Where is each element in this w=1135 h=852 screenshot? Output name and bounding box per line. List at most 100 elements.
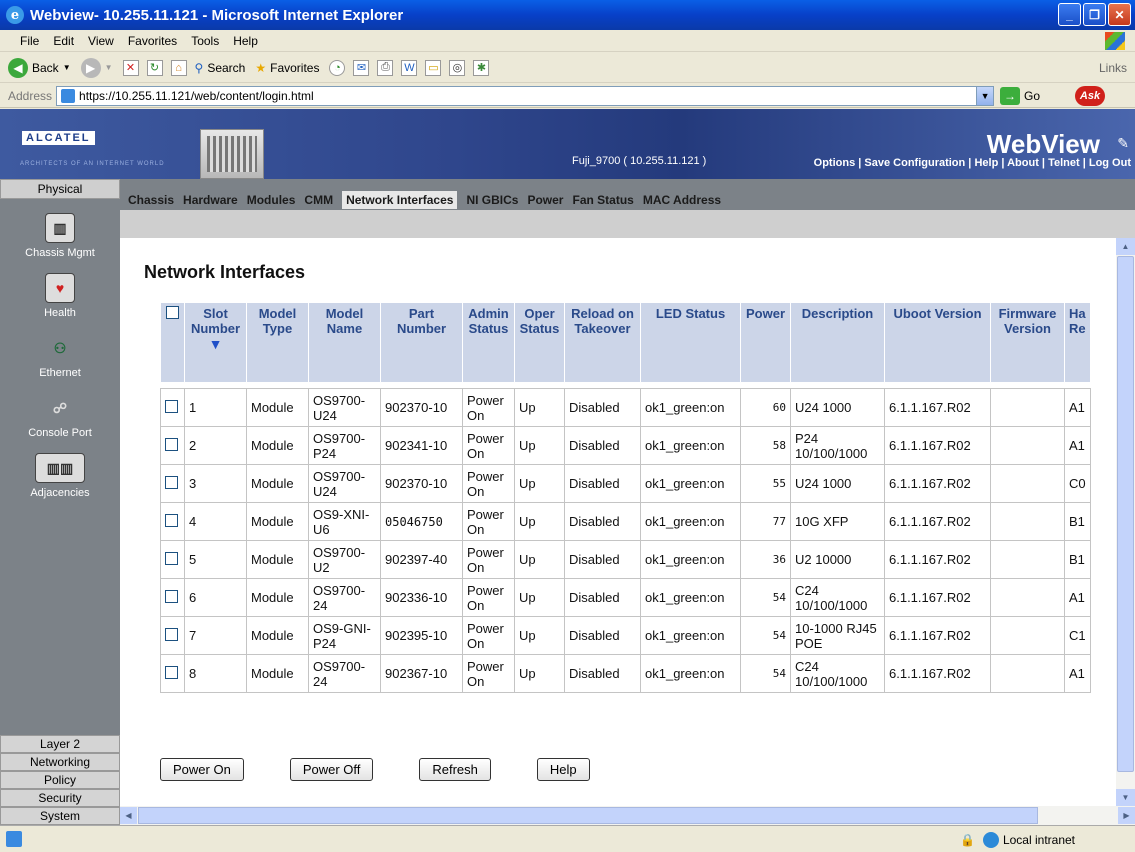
back-dropdown-icon[interactable]: ▼ [63,63,71,72]
cell-model-type: Module [246,540,309,579]
folder-icon[interactable]: ▭ [425,59,442,76]
horizontal-scroll-thumb[interactable] [138,807,1038,824]
go-button[interactable]: → Go [1000,86,1040,105]
scroll-right-icon[interactable]: ▶ [1118,807,1135,824]
tab-ni-gbics[interactable]: NI GBICs [466,193,518,207]
nav-health[interactable]: ♥ Health [0,273,120,319]
select-all-checkbox[interactable] [166,306,179,319]
go-arrow-icon: → [1000,86,1021,105]
ask-toolbar-icon[interactable]: Ask [1075,86,1105,106]
header-firmware-version[interactable]: Firmware Version [990,302,1065,383]
scroll-down-icon[interactable]: ▼ [1116,789,1135,806]
row-checkbox[interactable] [165,399,178,413]
forward-dropdown-icon[interactable]: ▼ [105,63,113,72]
close-button[interactable]: ✕ [1108,3,1131,26]
nav-layer2[interactable]: Layer 2 [0,735,120,753]
tab-cmm[interactable]: CMM [304,193,333,207]
back-button[interactable]: ◀ Back ▼ [8,57,71,78]
stop-icon[interactable]: ✕ [122,59,139,76]
search-button[interactable]: ⚲ Search [195,61,246,75]
telnet-link[interactable]: Telnet [1048,157,1080,169]
menu-help[interactable]: Help [233,34,258,48]
print-icon[interactable]: ⎙ [377,59,394,76]
nav-ethernet[interactable]: ⚇ Ethernet [0,333,120,380]
scroll-up-icon[interactable]: ▲ [1116,238,1135,255]
header-oper-status[interactable]: Oper Status [514,302,565,383]
sort-descending-icon[interactable]: ▼ [189,336,242,352]
menu-tools[interactable]: Tools [191,34,219,48]
menu-favorites[interactable]: Favorites [128,34,177,48]
row-select-cell [160,426,185,465]
help-link[interactable]: Help [974,157,998,169]
row-checkbox[interactable] [165,475,178,489]
favorites-button[interactable]: ★ Favorites [255,61,319,75]
power-on-button[interactable]: Power On [160,758,244,781]
back-label: Back [32,60,59,75]
menu-edit[interactable]: Edit [53,34,74,48]
tab-hardware[interactable]: Hardware [183,193,238,207]
about-link[interactable]: About [1007,157,1039,169]
save-configuration-link[interactable]: Save Configuration [864,157,965,169]
vertical-scroll-thumb[interactable] [1117,256,1134,772]
row-checkbox[interactable] [165,589,178,603]
logout-link[interactable]: Log Out [1089,157,1131,169]
cell-uboot-version: 6.1.1.167.R02 [884,426,991,465]
vertical-scrollbar[interactable]: ▲ ▼ [1116,238,1135,806]
cell-uboot-version: 6.1.1.167.R02 [884,578,991,617]
scroll-left-icon[interactable]: ◀ [120,807,137,824]
nav-console-port[interactable]: ☍ Console Port [0,393,120,440]
mail-icon[interactable]: ✉ [353,59,370,76]
home-icon[interactable]: ⌂ [170,59,187,76]
header-description[interactable]: Description [790,302,885,383]
refresh-icon[interactable]: ↻ [146,59,163,76]
forward-button[interactable]: ▶ ▼ [80,57,113,78]
header-admin-status[interactable]: Admin Status [462,302,515,383]
header-part-number[interactable]: Part Number [380,302,463,383]
power-off-button[interactable]: Power Off [289,758,374,781]
nav-chassis-mgmt[interactable]: ▥ Chassis Mgmt [0,213,120,259]
row-checkbox[interactable] [165,665,178,679]
tab-mac-address[interactable]: MAC Address [643,193,721,207]
links-label[interactable]: Links [1099,61,1127,75]
research-icon[interactable]: ✱ [473,59,490,76]
header-slot-number[interactable]: Slot Number ▼ [184,302,247,383]
tab-fan-status[interactable]: Fan Status [572,193,633,207]
header-power[interactable]: Power [740,302,791,383]
cell-model-name: OS9700-U24 [308,464,381,503]
horizontal-scrollbar[interactable]: ◀ ▶ [120,806,1135,825]
header-uboot-version[interactable]: Uboot Version [884,302,991,383]
row-checkbox[interactable] [165,551,178,565]
tab-power[interactable]: Power [527,193,563,207]
maximize-button[interactable]: ❐ [1083,3,1106,26]
nav-security[interactable]: Security [0,789,120,807]
header-reload-on-takeover[interactable]: Reload on Takeover [564,302,641,383]
nav-policy[interactable]: Policy [0,771,120,789]
tab-network-interfaces[interactable]: Network Interfaces [342,191,458,209]
header-model-name[interactable]: Model Name [308,302,381,383]
menu-file[interactable]: File [20,34,39,48]
cell-hardware-revision: A1 [1064,388,1091,427]
address-input[interactable]: https://10.255.11.121/web/content/login.… [56,85,995,106]
row-checkbox[interactable] [165,437,178,451]
header-led-status[interactable]: LED Status [640,302,741,383]
nav-system[interactable]: System [0,807,120,825]
messenger-icon[interactable]: ◎ [449,59,466,76]
tab-modules[interactable]: Modules [247,193,296,207]
nav-adjacencies[interactable]: ▥▥ Adjacencies [0,453,120,499]
header-model-type[interactable]: Model Type [246,302,309,383]
help-button[interactable]: Help [536,758,590,781]
history-icon[interactable]: ◔ [329,59,346,76]
minimize-button[interactable]: _ [1058,3,1081,26]
header-hardware-revision[interactable]: Ha Re [1064,302,1091,383]
cell-description: C24 10/100/1000 [790,654,885,693]
nav-physical[interactable]: Physical [0,179,120,199]
refresh-button[interactable]: Refresh [419,758,491,781]
tab-chassis[interactable]: Chassis [128,193,174,207]
menu-view[interactable]: View [88,34,114,48]
row-checkbox[interactable] [165,513,178,527]
nav-networking[interactable]: Networking [0,753,120,771]
options-link[interactable]: Options [814,157,856,169]
row-checkbox[interactable] [165,627,178,641]
edit-icon[interactable]: W [401,59,418,76]
address-dropdown-icon[interactable]: ▼ [976,86,994,105]
